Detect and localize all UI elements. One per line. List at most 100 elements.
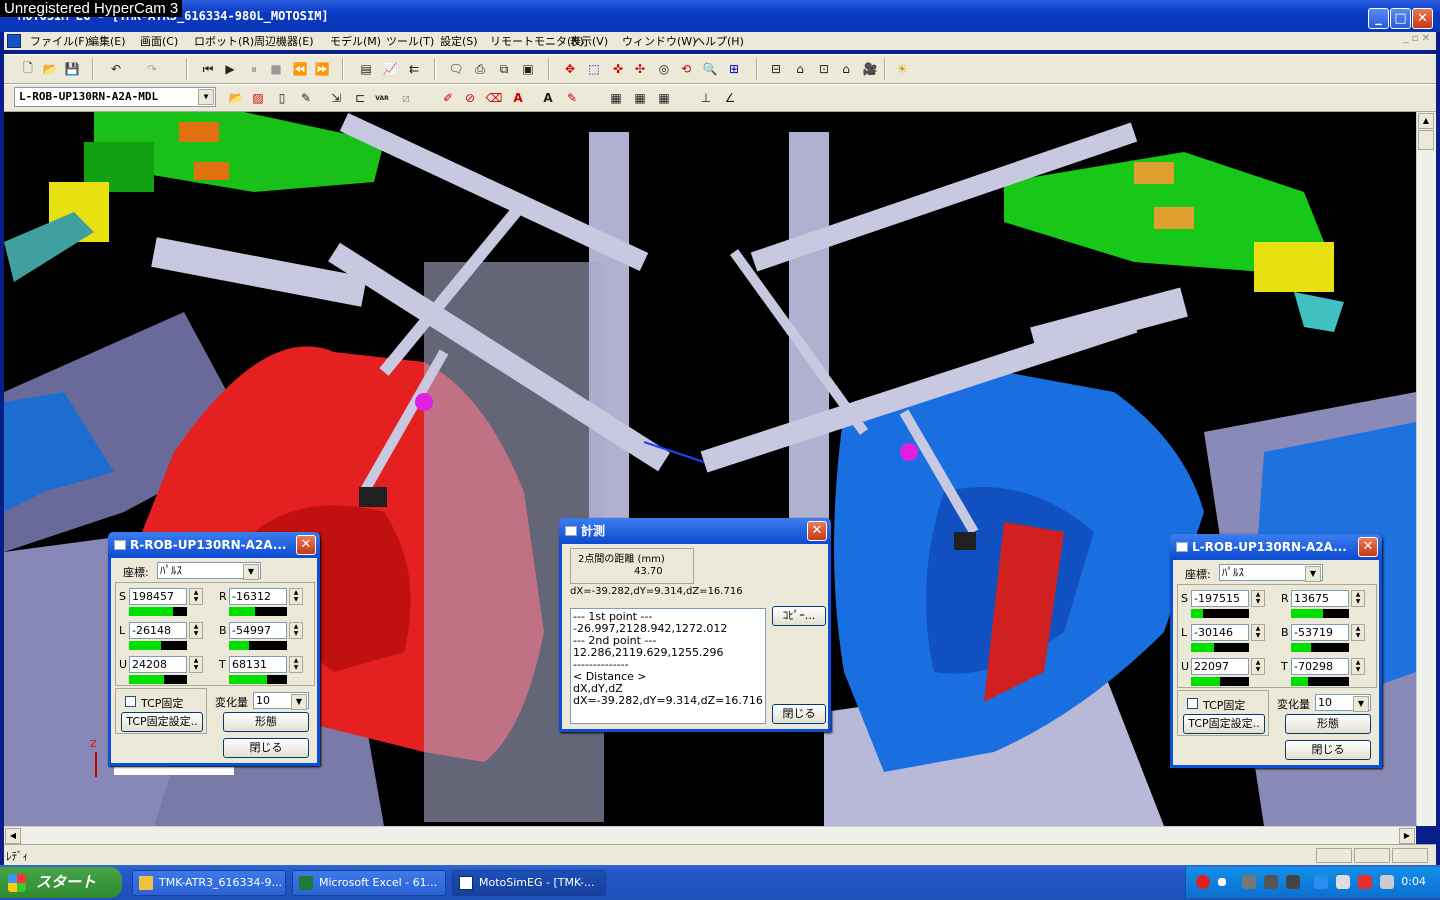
skip-start-icon[interactable]: ⏮ — [198, 59, 218, 79]
axis-value-s[interactable]: 198457 — [129, 588, 187, 605]
axis-spin-l[interactable]: ▲ ▼ — [189, 622, 203, 639]
axis-value-r[interactable]: -16312 — [229, 588, 287, 605]
disabled-tool-icon[interactable]: ⧄ — [396, 88, 416, 108]
tool-icon[interactable] — [1264, 875, 1278, 889]
undo-icon[interactable]: ↶ — [106, 59, 126, 79]
scroll-left-icon[interactable]: ◀ — [5, 828, 21, 844]
light-icon[interactable]: ☀ — [892, 59, 912, 79]
shape-button[interactable]: 形態 — [223, 712, 309, 732]
axis-value-t[interactable]: 68131 — [229, 656, 287, 673]
alert-icon[interactable] — [1358, 875, 1372, 889]
coord-select[interactable]: ﾊﾟﾙｽ ▼ — [1219, 564, 1323, 582]
chevron-down-icon[interactable]: ▼ — [1353, 696, 1369, 712]
view-front-icon[interactable]: ⊟ — [766, 59, 786, 79]
measure-icon[interactable]: ⊥ — [696, 88, 716, 108]
fast-forward-icon[interactable]: ⏩ — [312, 59, 332, 79]
open-folder-icon[interactable]: 📂 — [40, 59, 60, 79]
tcp-fix-settings-button[interactable]: TCP固定設定.. — [121, 712, 203, 732]
grid-2-icon[interactable]: ▦ — [630, 88, 650, 108]
maximize-button[interactable]: □ — [1390, 8, 1411, 29]
tcp-fix-checkbox[interactable] — [1187, 698, 1198, 709]
message-icon[interactable]: 🗨 — [446, 59, 466, 79]
dialog-close-button[interactable]: 閉じる — [772, 704, 826, 724]
menu-edit[interactable]: 編集(E) — [88, 33, 126, 49]
move-model-icon[interactable]: ⇲ — [326, 88, 346, 108]
capture-icon[interactable] — [1242, 875, 1256, 889]
menu-help[interactable]: ヘルプ(H) — [694, 33, 744, 49]
axis-value-b[interactable]: -54997 — [229, 622, 287, 639]
delete-model-icon[interactable]: ▨ — [248, 88, 268, 108]
text-red-icon[interactable]: A — [508, 88, 528, 108]
minimize-button[interactable]: _ — [1368, 8, 1389, 29]
chevron-down-icon[interactable]: ▼ — [1305, 566, 1321, 582]
axis-spin-s[interactable]: ▲ ▼ — [189, 588, 203, 605]
axis-spin-r[interactable]: ▲ ▼ — [1351, 590, 1365, 607]
new-file-icon[interactable]: 🗋 — [18, 59, 38, 79]
target-move-icon[interactable]: ✥ — [560, 59, 580, 79]
menu-tools[interactable]: ツール(T) — [386, 33, 434, 49]
dialog-close-button[interactable]: 閉じる — [1285, 740, 1371, 760]
axis-spin-t[interactable]: ▲ ▼ — [1351, 658, 1365, 675]
menu-window[interactable]: ウィンドウ(W) — [622, 33, 696, 49]
scroll-thumb[interactable] — [1418, 130, 1434, 150]
menu-peripherals[interactable]: 周辺機器(E) — [254, 33, 314, 49]
job-list-icon[interactable]: ▤ — [356, 59, 376, 79]
grid-view-icon[interactable]: ⊞ — [724, 59, 744, 79]
open-model-icon[interactable]: 📂 — [226, 88, 246, 108]
network-icon[interactable] — [1314, 875, 1328, 889]
teach-icon[interactable]: ⇇ — [404, 59, 424, 79]
axis-spin-b[interactable]: ▲ ▼ — [289, 622, 303, 639]
security-icon[interactable] — [1336, 875, 1350, 889]
view-side-icon[interactable]: ⊡ — [814, 59, 834, 79]
graph-icon[interactable]: 📈 — [380, 59, 400, 79]
menu-robot[interactable]: ロボット(R) — [194, 33, 254, 49]
task-excel[interactable]: Microsoft Excel - 61... — [292, 870, 446, 896]
move-icon[interactable]: ✣ — [630, 59, 650, 79]
grid-3-icon[interactable]: ▦ — [654, 88, 674, 108]
text-icon[interactable]: A — [538, 88, 558, 108]
cad-tree-icon[interactable]: ⧉ — [494, 59, 514, 79]
fit-icon[interactable]: ◎ — [654, 59, 674, 79]
mdi-window-buttons[interactable]: _ ▫ ✕ — [1403, 33, 1430, 44]
axis-spin-b[interactable]: ▲ ▼ — [1351, 624, 1365, 641]
properties-icon[interactable]: ▯ — [272, 88, 292, 108]
stop-icon[interactable]: ■ — [266, 59, 286, 79]
zoom-icon[interactable]: 🔍 — [700, 59, 720, 79]
axis-value-l[interactable]: -30146 — [1191, 624, 1249, 641]
window-icon[interactable] — [1286, 875, 1300, 889]
measure-log[interactable]: --- 1st point --- -26.997,2128.942,1272.0… — [570, 608, 766, 724]
pendant-icon[interactable]: ▣ — [518, 59, 538, 79]
menu-model[interactable]: モデル(M) — [330, 33, 381, 49]
rotate-icon[interactable]: ⟲ — [676, 59, 696, 79]
axis-spin-u[interactable]: ▲ ▼ — [1251, 658, 1265, 675]
close-button[interactable]: ✕ — [1412, 8, 1433, 29]
dialog-close-button[interactable]: 閉じる — [223, 738, 309, 758]
axis-value-t[interactable]: -70298 — [1291, 658, 1349, 675]
view-home-icon[interactable]: ⌂ — [790, 59, 810, 79]
start-button[interactable]: スタート — [0, 867, 122, 898]
view-top-icon[interactable]: ⌂ — [836, 59, 856, 79]
camera-icon[interactable]: 🎥 — [860, 59, 880, 79]
pan-icon[interactable]: ✜ — [608, 59, 628, 79]
zoom-area-icon[interactable]: ⬚ — [584, 59, 604, 79]
menu-settings[interactable]: 設定(S) — [440, 33, 478, 49]
chevron-down-icon[interactable]: ▼ — [291, 694, 307, 710]
angle-icon[interactable]: ∠ — [720, 88, 740, 108]
tcp-fix-settings-button[interactable]: TCP固定設定.. — [1183, 714, 1265, 734]
eraser-icon[interactable]: ⌫ — [484, 88, 504, 108]
pen-off-icon[interactable]: ⊘ — [460, 88, 480, 108]
axis-value-u[interactable]: 24208 — [129, 656, 187, 673]
copy-button[interactable]: ｺﾋﾟｰ... — [772, 606, 826, 626]
tcp-fix-checkbox[interactable] — [125, 696, 136, 707]
pause-icon[interactable]: ⏸ — [244, 59, 264, 79]
scroll-right-icon[interactable]: ▶ — [1399, 828, 1415, 844]
shape-button[interactable]: 形態 — [1285, 714, 1371, 734]
change-amount-select[interactable]: 10 ▼ — [1315, 694, 1371, 712]
var-button[interactable]: VAR — [372, 88, 392, 108]
task-explorer[interactable]: TMK-ATR3_616334-9... — [132, 870, 286, 896]
frame-icon[interactable]: ⊏ — [350, 88, 370, 108]
record-icon[interactable] — [1196, 875, 1210, 889]
close-icon[interactable]: ✕ — [1358, 537, 1378, 557]
play-icon[interactable]: ▶ — [220, 59, 240, 79]
stop-record-icon[interactable] — [1218, 878, 1226, 886]
